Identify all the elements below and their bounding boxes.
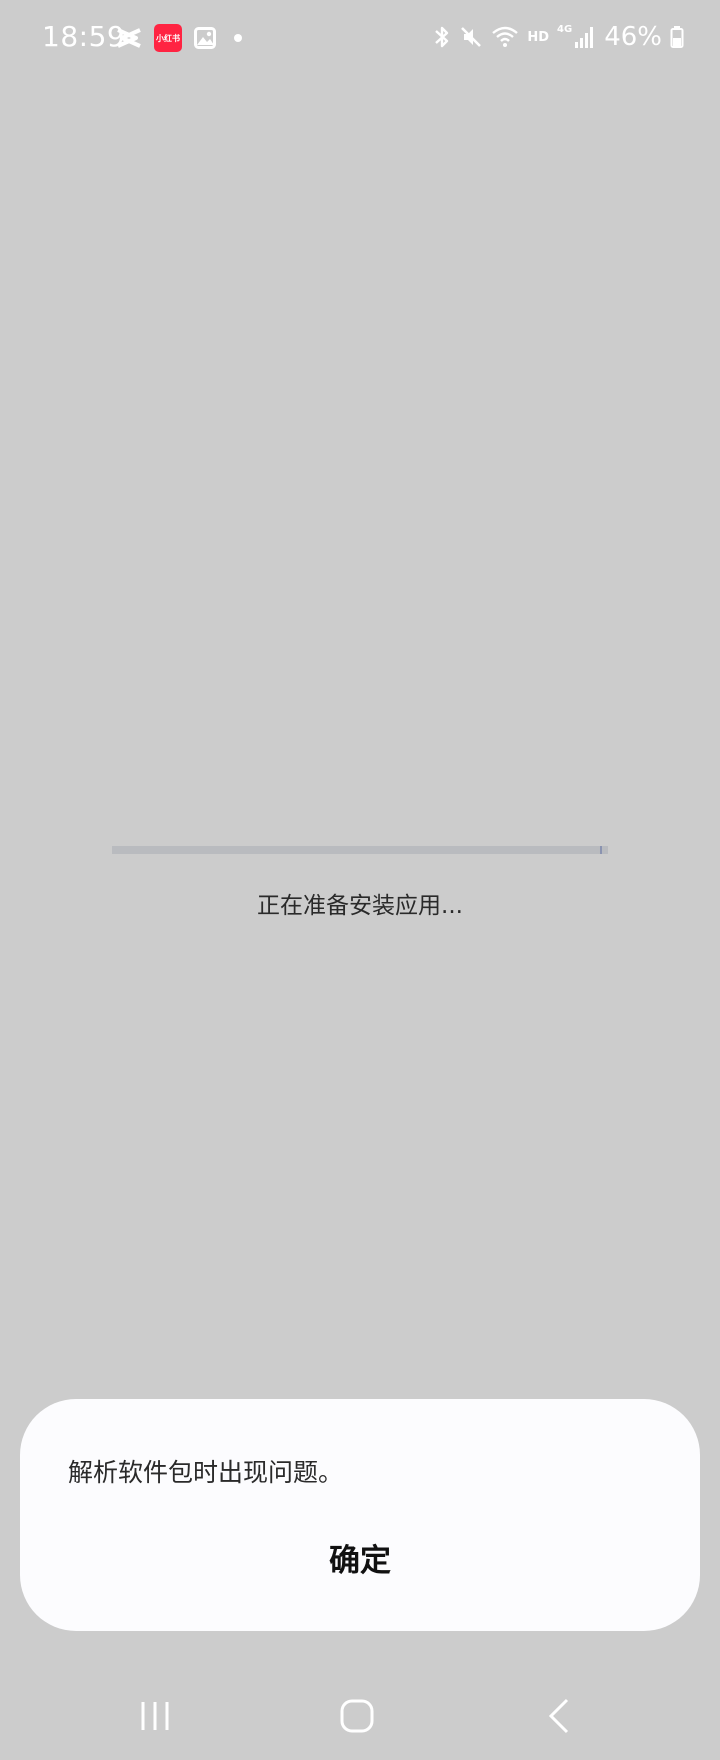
signal-icon (574, 25, 596, 49)
home-button[interactable] (327, 1690, 387, 1746)
mute-icon (459, 25, 483, 49)
dialog-message: 解析软件包时出现问题。 (68, 1458, 344, 1487)
bluetooth-icon (433, 25, 451, 49)
notification-dot (234, 34, 242, 42)
status-bar: 18:59 小红书 HD 4G 46% (0, 0, 720, 80)
recents-button[interactable] (125, 1690, 185, 1746)
error-dialog: 解析软件包时出现问题。 确定 (20, 1399, 700, 1631)
navigation-bar (0, 1660, 720, 1760)
install-progress-bar (112, 846, 608, 854)
gallery-icon (194, 27, 216, 49)
capcut-icon (116, 27, 142, 49)
notification-icons: 小红书 (116, 24, 242, 52)
home-icon (339, 1698, 375, 1738)
xiaohongshu-icon: 小红书 (154, 24, 182, 52)
battery-icon (670, 25, 684, 49)
system-status-icons: HD 4G 46% (433, 22, 684, 52)
battery-percent: 46% (604, 22, 662, 52)
status-time: 18:59 (42, 20, 126, 53)
recents-icon (137, 1699, 173, 1737)
progress-end-marker (600, 846, 602, 854)
network-type-label: 4G (557, 23, 573, 35)
confirm-button[interactable]: 确定 (260, 1519, 460, 1595)
hd-label: HD (527, 29, 550, 45)
install-status-text: 正在准备安装应用... (257, 893, 463, 919)
wifi-icon (491, 25, 519, 49)
back-icon (545, 1697, 573, 1739)
back-button[interactable] (529, 1690, 589, 1746)
